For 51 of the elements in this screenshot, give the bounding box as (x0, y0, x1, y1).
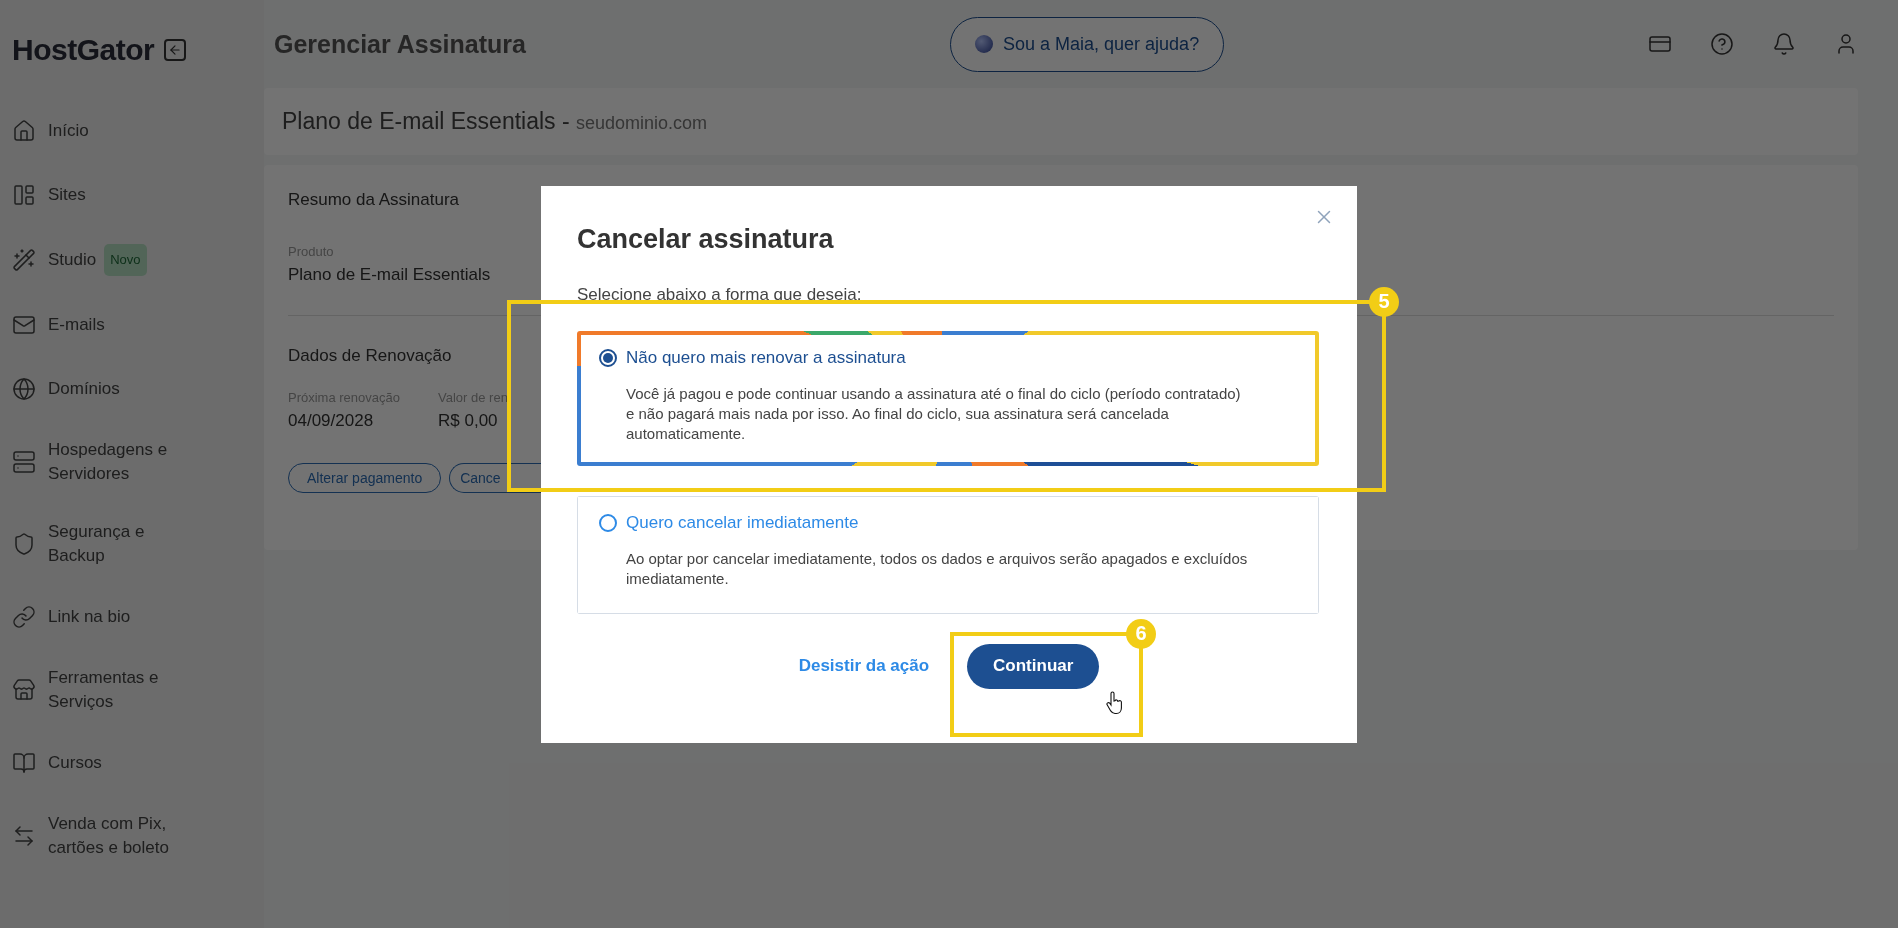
bell-icon[interactable] (1772, 32, 1796, 56)
sidebar-item[interactable]: Domínios (12, 368, 197, 410)
shield-icon (12, 532, 36, 556)
mail-icon (12, 313, 36, 337)
field-value: Plano de E-mail Essentials (288, 265, 492, 285)
store-icon (12, 678, 36, 702)
link-icon (12, 605, 36, 629)
sidebar-item[interactable]: Studio Novo (12, 238, 197, 282)
radio-button[interactable] (599, 513, 617, 532)
sidebar-item[interactable]: Hospedagens e Servidores (12, 432, 197, 492)
sidebar-item[interactable]: E-mails (12, 304, 197, 346)
home-icon (12, 119, 36, 143)
assistant-button[interactable]: Sou a Maia, quer ajuda? (950, 16, 1225, 72)
continue-button[interactable]: Continuar (967, 643, 1100, 689)
sidebar-item[interactable]: Venda com Pix, cartões e boleto (12, 806, 197, 866)
collapse-icon[interactable] (164, 39, 187, 61)
field-value: R$ 0,00 (438, 411, 499, 431)
section-title: Resumo da Assinatura (288, 190, 460, 210)
sidebar-item[interactable]: Cursos (12, 742, 197, 784)
hand-cursor-icon (1106, 690, 1124, 715)
section-title: Dados de Renovação (288, 346, 452, 366)
step-badge: 6 (1126, 618, 1156, 649)
sidebar-item[interactable]: Link na bio (12, 596, 197, 638)
cancel-link[interactable]: Desistir da ação (798, 656, 930, 676)
server-icon (12, 450, 36, 474)
help-icon[interactable] (1710, 32, 1734, 56)
radio-button[interactable] (599, 348, 617, 367)
page-title: Gerenciar Assinatura (274, 29, 527, 59)
new-badge: Novo (104, 244, 147, 276)
sidebar-item[interactable]: Início (12, 110, 197, 152)
arrows-icon (12, 824, 36, 848)
book-icon (12, 751, 36, 775)
radio-option[interactable]: Não quero mais renovar a assinatura (599, 347, 1297, 368)
option-description: Ao optar por cancelar imediatamente, todos os dados e arquivos serão apagados e excluídos imediatamente. (626, 548, 1249, 589)
radio-option[interactable]: Quero cancelar imediatamente (599, 512, 1297, 533)
assistant-icon (975, 35, 993, 53)
option-card[interactable]: Quero cancelar imediatamente Ao optar por cancelar imediatamente, todos os dados e arquivos serão apagados e excluídos imediatamente. (577, 495, 1319, 614)
globe-icon (12, 377, 36, 401)
logo: HostGator (12, 33, 155, 67)
option-description: Você já pagou e pode continuar usando a assinatura até o final do ciclo (período contratado) e não pagará mais nada por isso. Ao final do ciclo, sua assinatura será cancelada automaticamente. (626, 383, 1242, 444)
wand-icon (12, 248, 36, 272)
outline-button[interactable]: Alterar pagamento (288, 463, 442, 493)
outline-button[interactable]: Cance (449, 463, 541, 493)
plan-title: Plano de E-mail Essentials - seudominio.com (281, 107, 709, 136)
sidebar-item[interactable]: Ferramentas e Serviços (12, 660, 197, 720)
layout-icon (12, 183, 36, 207)
option-card[interactable] (577, 330, 1319, 466)
field-value: 04/09/2028 (288, 411, 375, 431)
sidebar-item[interactable]: Sites (12, 174, 197, 216)
sidebar-item[interactable]: Segurança e Backup (12, 514, 197, 574)
modal-title: Cancelar assinatura (577, 223, 835, 255)
